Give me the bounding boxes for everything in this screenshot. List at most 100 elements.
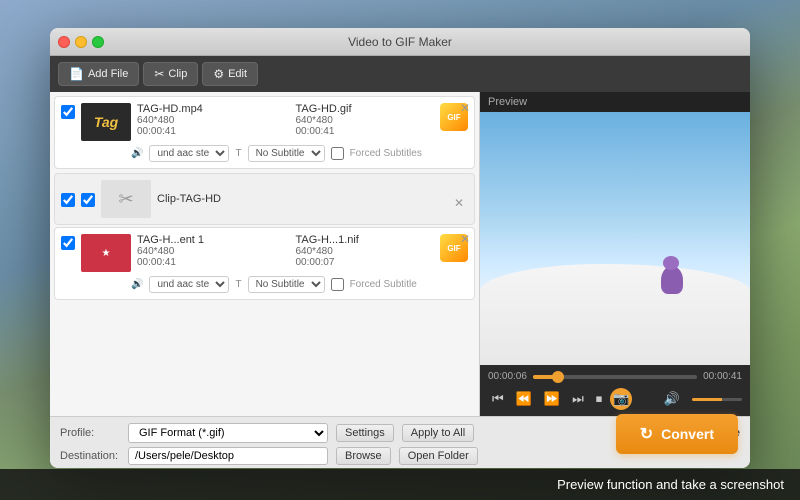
time-total: 00:00:41 — [703, 371, 742, 382]
file-2-checkbox[interactable] — [61, 236, 75, 250]
file-1-sub-icon: T — [235, 148, 241, 159]
clip-1-thumbnail: ✂ — [101, 180, 151, 218]
stop-button[interactable]: ⏹ — [592, 389, 607, 409]
file-1-source-res: 640*480 — [137, 115, 276, 126]
fast-forward-button[interactable]: ⏩ — [540, 389, 564, 409]
minimize-button[interactable] — [75, 36, 87, 48]
clip-1-checkbox[interactable] — [61, 193, 75, 207]
add-file-label: Add File — [88, 68, 128, 80]
preview-label: Preview — [480, 92, 750, 112]
file-1-thumbnail-text: Tag — [94, 114, 118, 130]
file-1-info: TAG-HD.mp4 640*480 00:00:41 TAG-HD.gif 6… — [137, 103, 434, 137]
timeline: 00:00:06 00:00:41 — [488, 371, 742, 382]
file-2-output-name: TAG-H...1.nif — [296, 234, 435, 246]
file-1-audio-select[interactable]: und aac ste — [149, 145, 229, 162]
profile-select[interactable]: GIF Format (*.gif) — [128, 423, 328, 443]
file-2-output-res: 640*480 — [296, 246, 435, 257]
dest-input[interactable] — [128, 447, 328, 465]
clip-1-name: Clip-TAG-HD — [157, 193, 221, 205]
file-1-checkbox[interactable] — [61, 105, 75, 119]
file-2-source-name: TAG-H...ent 1 — [137, 234, 276, 246]
prev-frame-button[interactable]: ⏪ — [512, 389, 536, 409]
file-1-output: TAG-HD.gif 640*480 00:00:41 — [296, 103, 435, 137]
file-2-audio-select[interactable]: und aac ste — [149, 276, 229, 293]
skip-start-button[interactable]: ⏮ — [488, 389, 508, 409]
file-2-thumbnail-label: ★ — [102, 248, 111, 259]
controls-row: ⏮ ⏪ ⏩ ⏭ ⏹ 📷 🔊 — [488, 388, 742, 410]
clip-icon: ✂ — [154, 67, 164, 81]
file-2-thumbnail: ★ — [81, 234, 131, 272]
convert-icon: ↻ — [640, 424, 653, 444]
skip-end-button[interactable]: ⏭ — [568, 389, 588, 409]
titlebar: Video to GIF Maker — [50, 28, 750, 56]
file-1-source-dur: 00:00:41 — [137, 126, 276, 137]
file-2-forced-sub-checkbox[interactable] — [331, 278, 344, 291]
add-file-button[interactable]: 📄 Add File — [58, 62, 139, 86]
screenshot-button[interactable]: 📷 — [610, 388, 632, 410]
edit-button[interactable]: ⚙ Edit — [202, 62, 258, 86]
file-1-audio-icon: 🔊 — [131, 148, 143, 159]
file-item-1-header: Tag TAG-HD.mp4 640*480 00:00:41 TAG-HD.g… — [61, 103, 468, 141]
file-list[interactable]: Tag TAG-HD.mp4 640*480 00:00:41 TAG-HD.g… — [50, 92, 480, 416]
timeline-thumb — [552, 371, 564, 383]
purple-figure — [661, 266, 683, 294]
file-2-options: 🔊 und aac ste T No Subtitle Forced Subti… — [131, 276, 468, 293]
file-item-1: Tag TAG-HD.mp4 640*480 00:00:41 TAG-HD.g… — [54, 96, 475, 169]
preview-video — [480, 112, 750, 365]
playback-controls: 00:00:06 00:00:41 ⏮ ⏪ ⏩ ⏭ ⏹ 📷 🔊 — [480, 365, 750, 416]
snow-ground — [480, 264, 750, 365]
tooltip-bar: Preview function and take a screenshot — [0, 469, 800, 500]
file-1-source: TAG-HD.mp4 640*480 00:00:41 — [137, 103, 276, 137]
file-1-subtitle-select[interactable]: No Subtitle — [248, 145, 325, 162]
file-1-output-res: 640*480 — [296, 115, 435, 126]
preview-scene — [480, 112, 750, 365]
convert-label: Convert — [661, 426, 714, 442]
time-current: 00:00:06 — [488, 371, 527, 382]
file-2-sub-icon: T — [235, 279, 241, 290]
convert-section: ↻ Convert — [616, 414, 738, 454]
clip-1-checkbox2[interactable] — [81, 193, 95, 207]
profile-label: Profile: — [60, 427, 120, 439]
file-2-close[interactable]: ✕ — [460, 232, 470, 246]
settings-button[interactable]: Settings — [336, 424, 394, 442]
file-2-subtitle-select[interactable]: No Subtitle — [248, 276, 325, 293]
file-2-source-dur: 00:00:41 — [137, 257, 276, 268]
maximize-button[interactable] — [92, 36, 104, 48]
clip-item-1: ✂ Clip-TAG-HD ✕ — [54, 173, 475, 225]
dest-label: Destination: — [60, 450, 120, 462]
file-2-info: TAG-H...ent 1 640*480 00:00:41 TAG-H...1… — [137, 234, 434, 268]
open-folder-button[interactable]: Open Folder — [399, 447, 478, 465]
file-1-forced-sub-label: Forced Subtitles — [350, 148, 422, 159]
edit-icon: ⚙ — [213, 67, 224, 81]
file-2-output: TAG-H...1.nif 640*480 00:00:07 — [296, 234, 435, 268]
window-title: Video to GIF Maker — [348, 35, 452, 49]
toolbar: 📄 Add File ✂ Clip ⚙ Edit — [50, 56, 750, 92]
apply-all-button[interactable]: Apply to All — [402, 424, 474, 442]
file-2-source-res: 640*480 — [137, 246, 276, 257]
browse-button[interactable]: Browse — [336, 447, 391, 465]
close-button[interactable] — [58, 36, 70, 48]
main-content: Tag TAG-HD.mp4 640*480 00:00:41 TAG-HD.g… — [50, 92, 750, 416]
volume-slider[interactable] — [692, 398, 742, 401]
clip-button[interactable]: ✂ Clip — [143, 62, 198, 86]
file-2-output-dur: 00:00:07 — [296, 257, 435, 268]
file-2-source: TAG-H...ent 1 640*480 00:00:41 — [137, 234, 276, 268]
preview-panel: Preview 00:00:06 00:00:41 — [480, 92, 750, 416]
tooltip-text: Preview function and take a screenshot — [557, 477, 784, 492]
file-1-forced-sub-checkbox[interactable] — [331, 147, 344, 160]
file-1-close[interactable]: ✕ — [460, 101, 470, 115]
traffic-lights — [58, 36, 104, 48]
file-1-source-name: TAG-HD.mp4 — [137, 103, 276, 115]
file-1-thumbnail: Tag — [81, 103, 131, 141]
app-window: Video to GIF Maker 📄 Add File ✂ Clip ⚙ E… — [50, 28, 750, 468]
timeline-bar[interactable] — [533, 375, 697, 379]
edit-label: Edit — [228, 68, 247, 80]
file-item-2-header: ★ TAG-H...ent 1 640*480 00:00:41 TAG-H..… — [61, 234, 468, 272]
file-1-output-dur: 00:00:41 — [296, 126, 435, 137]
convert-button[interactable]: ↻ Convert — [616, 414, 738, 454]
file-2-forced-sub-label: Forced Subtitle — [350, 279, 417, 290]
volume-button[interactable]: 🔊 — [660, 389, 684, 409]
add-file-icon: 📄 — [69, 67, 84, 81]
file-1-options: 🔊 und aac ste T No Subtitle Forced Subti… — [131, 145, 468, 162]
clip-1-close[interactable]: ✕ — [454, 196, 464, 210]
